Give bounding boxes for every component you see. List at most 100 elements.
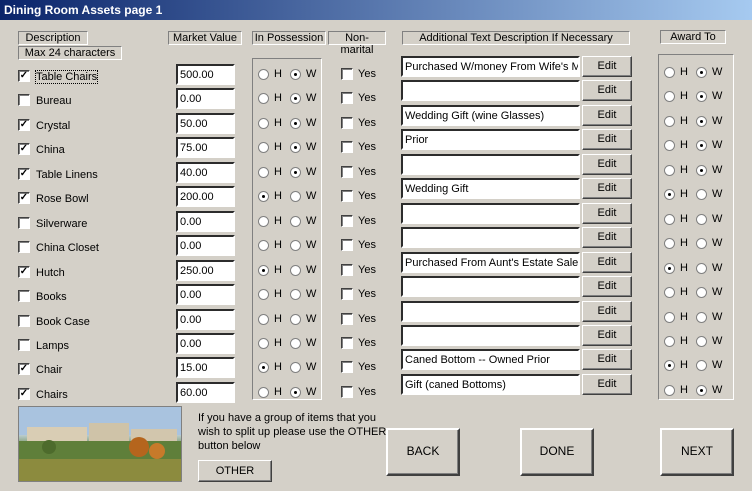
edit-button[interactable]: Edit: [582, 203, 632, 224]
market-value-field[interactable]: 0.00: [176, 284, 235, 305]
award-w-radio[interactable]: [696, 140, 707, 151]
additional-text-field[interactable]: Purchased W/money From Wife's M: [401, 56, 580, 77]
market-value-field[interactable]: 60.00: [176, 382, 235, 403]
edit-button[interactable]: Edit: [582, 129, 632, 150]
item-checkbox[interactable]: ✓: [18, 168, 30, 180]
additional-text-field[interactable]: Prior: [401, 129, 580, 150]
possession-h-radio[interactable]: [258, 167, 269, 178]
additional-text-field[interactable]: [401, 227, 580, 248]
additional-text-field[interactable]: Purchased From Aunt's Estate Sale: [401, 252, 580, 273]
award-w-radio[interactable]: [696, 312, 707, 323]
non-marital-checkbox[interactable]: [341, 386, 353, 398]
additional-text-field[interactable]: Wedding Gift (wine Glasses): [401, 105, 580, 126]
award-w-radio[interactable]: [696, 67, 707, 78]
non-marital-checkbox[interactable]: [341, 313, 353, 325]
edit-button[interactable]: Edit: [582, 374, 632, 395]
additional-text-field[interactable]: Gift (caned Bottoms): [401, 374, 580, 395]
possession-h-radio[interactable]: [258, 191, 269, 202]
item-checkbox[interactable]: ✓: [18, 388, 30, 400]
possession-w-radio[interactable]: [290, 69, 301, 80]
possession-w-radio[interactable]: [290, 314, 301, 325]
market-value-field[interactable]: 0.00: [176, 88, 235, 109]
item-checkbox[interactable]: ✓: [18, 266, 30, 278]
award-w-radio[interactable]: [696, 91, 707, 102]
possession-w-radio[interactable]: [290, 167, 301, 178]
possession-w-radio[interactable]: [290, 362, 301, 373]
possession-h-radio[interactable]: [258, 387, 269, 398]
additional-text-field[interactable]: [401, 154, 580, 175]
award-w-radio[interactable]: [696, 238, 707, 249]
non-marital-checkbox[interactable]: [341, 337, 353, 349]
non-marital-checkbox[interactable]: [341, 190, 353, 202]
market-value-field[interactable]: 500.00: [176, 64, 235, 85]
item-checkbox[interactable]: [18, 241, 30, 253]
non-marital-checkbox[interactable]: [341, 92, 353, 104]
item-checkbox[interactable]: ✓: [18, 143, 30, 155]
possession-w-radio[interactable]: [290, 289, 301, 300]
edit-button[interactable]: Edit: [582, 325, 632, 346]
possession-w-radio[interactable]: [290, 93, 301, 104]
edit-button[interactable]: Edit: [582, 252, 632, 273]
additional-text-field[interactable]: [401, 203, 580, 224]
non-marital-checkbox[interactable]: [341, 141, 353, 153]
item-checkbox[interactable]: [18, 94, 30, 106]
market-value-field[interactable]: 200.00: [176, 186, 235, 207]
possession-h-radio[interactable]: [258, 69, 269, 80]
additional-text-field[interactable]: [401, 301, 580, 322]
edit-button[interactable]: Edit: [582, 105, 632, 126]
award-h-radio[interactable]: [664, 385, 675, 396]
possession-h-radio[interactable]: [258, 265, 269, 276]
non-marital-checkbox[interactable]: [341, 288, 353, 300]
award-h-radio[interactable]: [664, 189, 675, 200]
market-value-field[interactable]: 50.00: [176, 113, 235, 134]
edit-button[interactable]: Edit: [582, 154, 632, 175]
back-button[interactable]: BACK: [386, 428, 460, 476]
additional-text-field[interactable]: Caned Bottom -- Owned Prior: [401, 349, 580, 370]
edit-button[interactable]: Edit: [582, 56, 632, 77]
possession-w-radio[interactable]: [290, 216, 301, 227]
award-h-radio[interactable]: [664, 67, 675, 78]
possession-h-radio[interactable]: [258, 118, 269, 129]
possession-w-radio[interactable]: [290, 142, 301, 153]
non-marital-checkbox[interactable]: [341, 215, 353, 227]
award-h-radio[interactable]: [664, 336, 675, 347]
possession-h-radio[interactable]: [258, 93, 269, 104]
market-value-field[interactable]: 40.00: [176, 162, 235, 183]
possession-h-radio[interactable]: [258, 362, 269, 373]
edit-button[interactable]: Edit: [582, 276, 632, 297]
market-value-field[interactable]: 0.00: [176, 235, 235, 256]
possession-w-radio[interactable]: [290, 118, 301, 129]
done-button[interactable]: DONE: [520, 428, 594, 476]
award-w-radio[interactable]: [696, 360, 707, 371]
award-h-radio[interactable]: [664, 116, 675, 127]
additional-text-field[interactable]: Wedding Gift: [401, 178, 580, 199]
other-button[interactable]: OTHER: [198, 460, 272, 482]
non-marital-checkbox[interactable]: [341, 239, 353, 251]
award-h-radio[interactable]: [664, 91, 675, 102]
item-checkbox[interactable]: ✓: [18, 363, 30, 375]
award-h-radio[interactable]: [664, 360, 675, 371]
item-checkbox[interactable]: ✓: [18, 192, 30, 204]
additional-text-field[interactable]: [401, 80, 580, 101]
next-button[interactable]: NEXT: [660, 428, 734, 476]
possession-w-radio[interactable]: [290, 240, 301, 251]
edit-button[interactable]: Edit: [582, 178, 632, 199]
edit-button[interactable]: Edit: [582, 80, 632, 101]
additional-text-field[interactable]: [401, 276, 580, 297]
award-h-radio[interactable]: [664, 140, 675, 151]
item-checkbox[interactable]: [18, 217, 30, 229]
award-h-radio[interactable]: [664, 287, 675, 298]
award-w-radio[interactable]: [696, 189, 707, 200]
non-marital-checkbox[interactable]: [341, 264, 353, 276]
award-h-radio[interactable]: [664, 165, 675, 176]
item-checkbox[interactable]: ✓: [18, 119, 30, 131]
edit-button[interactable]: Edit: [582, 301, 632, 322]
item-checkbox[interactable]: [18, 339, 30, 351]
market-value-field[interactable]: 0.00: [176, 309, 235, 330]
non-marital-checkbox[interactable]: [341, 68, 353, 80]
award-w-radio[interactable]: [696, 385, 707, 396]
possession-h-radio[interactable]: [258, 338, 269, 349]
award-h-radio[interactable]: [664, 238, 675, 249]
market-value-field[interactable]: 15.00: [176, 357, 235, 378]
item-checkbox[interactable]: [18, 290, 30, 302]
